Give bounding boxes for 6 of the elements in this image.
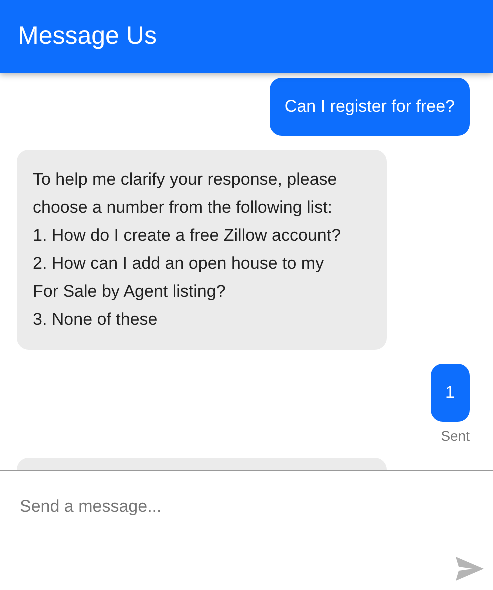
bot-message-bubble: To help me clarify your response, please choose a number from the following list: 1. How do I create a free Zillow account? 2. How can I add an open house to my For Sale by Agent listing? 3. None of these (17, 150, 387, 350)
send-icon[interactable] (455, 556, 485, 582)
header-title: Message Us (18, 22, 157, 51)
user-message-bubble: 1 (430, 364, 470, 422)
user-message-bubble: Can I register for free? (270, 78, 470, 136)
message-status: Sent (441, 428, 470, 444)
